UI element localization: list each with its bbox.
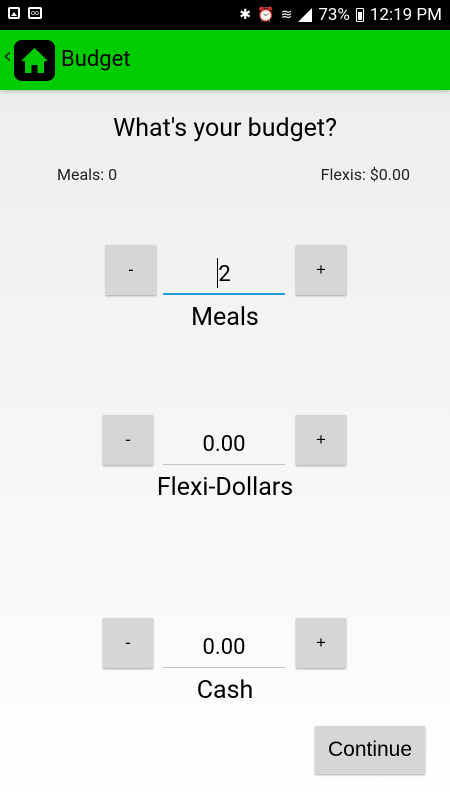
wifi-icon: ≋ (280, 7, 293, 23)
signal-icon (298, 8, 313, 22)
cash-input[interactable]: 0.00 (163, 630, 285, 668)
cash-minus-button[interactable]: - (103, 618, 153, 668)
battery-percent: 73% (318, 5, 350, 25)
meals-input-value: 2 (218, 262, 231, 287)
cash-label: Cash (196, 676, 254, 705)
page-heading: What's your budget? (113, 114, 337, 143)
app-bar: ‹ Budget (0, 30, 450, 90)
cash-plus-button[interactable]: + (296, 618, 346, 668)
continue-button[interactable]: Continue (315, 726, 425, 774)
flexi-minus-button[interactable]: - (103, 415, 153, 465)
bluetooth-icon: ✱ (239, 7, 252, 23)
notification-icons: oo (8, 7, 42, 19)
voicemail-icon: oo (28, 7, 42, 19)
home-button[interactable] (14, 40, 55, 81)
meals-label: Meals (191, 303, 259, 332)
flexi-label: Flexi-Dollars (156, 473, 294, 502)
back-chevron-icon[interactable]: ‹ (3, 44, 12, 69)
text-cursor (217, 258, 219, 289)
status-right: ✱ ⏰ ≋ 73% 12:19 PM (239, 0, 442, 30)
app-title: Budget (61, 47, 131, 72)
flexis-summary: Flexis: $0.00 (320, 165, 410, 184)
clock: 12:19 PM (369, 5, 442, 25)
image-icon (8, 7, 20, 19)
meals-input[interactable]: 2 (163, 257, 285, 295)
status-bar: oo ✱ ⏰ ≋ 73% 12:19 PM (0, 0, 450, 30)
meals-summary: Meals: 0 (57, 165, 118, 184)
meals-plus-button[interactable]: + (296, 245, 346, 295)
flexi-plus-button[interactable]: + (296, 415, 346, 465)
home-icon (21, 48, 48, 73)
alarm-icon: ⏰ (257, 7, 275, 23)
flexi-input[interactable]: 0.00 (163, 427, 285, 465)
battery-icon (355, 8, 364, 22)
meals-minus-button[interactable]: - (106, 245, 156, 295)
